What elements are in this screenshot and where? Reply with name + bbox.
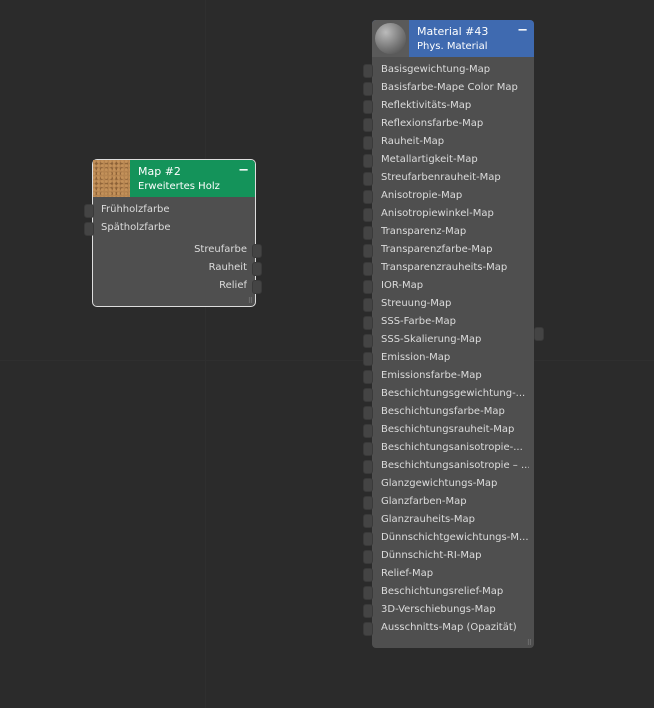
input-port-label: Beschichtungsanisotropie – ...: [381, 460, 529, 471]
output-port-label: Streufarbe: [194, 244, 247, 255]
material-node-title: Material #43: [417, 25, 489, 38]
input-socket[interactable]: [363, 154, 373, 168]
input-socket[interactable]: [363, 82, 373, 96]
output-socket[interactable]: [252, 262, 262, 276]
input-socket[interactable]: [363, 100, 373, 114]
input-socket[interactable]: [363, 622, 373, 636]
input-socket[interactable]: [363, 208, 373, 222]
input-port-label: Transparenz-Map: [381, 226, 467, 237]
input-socket[interactable]: [363, 460, 373, 474]
input-port-label: Basisfarbe-Mape Color Map: [381, 82, 518, 93]
map-node-header[interactable]: Map #2 Erweitertes Holz −: [93, 160, 255, 197]
input-socket[interactable]: [363, 226, 373, 240]
input-port-label: IOR-Map: [381, 280, 424, 291]
input-port-label: Beschichtungsgewichtung-...: [381, 388, 526, 399]
input-socket[interactable]: [363, 604, 373, 618]
material-output-socket[interactable]: [534, 327, 544, 341]
material-node-subtitle: Phys. Material: [417, 41, 488, 52]
input-port-label: Metallartigkeit-Map: [381, 154, 478, 165]
output-port-label: Relief: [219, 280, 247, 291]
input-socket[interactable]: [363, 568, 373, 582]
grid-line: [205, 0, 206, 708]
input-port-label: Basisgewichtung-Map: [381, 64, 491, 75]
input-socket[interactable]: [363, 118, 373, 132]
material-node[interactable]: Material #43 Phys. Material − ⠿ Basisgew…: [363, 20, 544, 648]
input-port-label: Dünnschichtgewichtungs-M...: [381, 532, 529, 543]
minimize-button[interactable]: −: [238, 163, 249, 178]
grid-line: [0, 360, 654, 361]
input-socket[interactable]: [363, 514, 373, 528]
input-socket[interactable]: [363, 370, 373, 384]
input-port-label: Ausschnitts-Map (Opazität): [381, 622, 517, 633]
resize-grip-icon[interactable]: ⠿: [527, 640, 532, 647]
input-port-label: Beschichtungsrelief-Map: [381, 586, 504, 597]
resize-grip-icon[interactable]: ⠿: [248, 298, 253, 305]
input-socket[interactable]: [363, 424, 373, 438]
material-sphere-preview: [372, 20, 409, 57]
material-node-header[interactable]: Material #43 Phys. Material −: [372, 20, 534, 57]
minimize-button[interactable]: −: [517, 23, 528, 38]
input-port-label: Beschichtungsrauheit-Map: [381, 424, 515, 435]
input-port-label: Anisotropie-Map: [381, 190, 463, 201]
input-socket[interactable]: [363, 496, 373, 510]
input-socket[interactable]: [363, 388, 373, 402]
input-port-label: Streufarbenrauheit-Map: [381, 172, 501, 183]
input-port-label: Reflektivitäts-Map: [381, 100, 472, 111]
input-socket[interactable]: [363, 136, 373, 150]
input-socket[interactable]: [363, 586, 373, 600]
input-socket[interactable]: [363, 352, 373, 366]
input-port-label: Transparenzfarbe-Map: [381, 244, 493, 255]
input-port-label: Transparenzrauheits-Map: [381, 262, 508, 273]
input-socket[interactable]: [363, 262, 373, 276]
input-socket[interactable]: [84, 204, 94, 218]
input-socket[interactable]: [363, 406, 373, 420]
input-port-label: Beschichtungsanisotropie-...: [381, 442, 523, 453]
map-node-subtitle: Erweitertes Holz: [138, 181, 220, 192]
input-socket[interactable]: [363, 478, 373, 492]
output-port-label: Rauheit: [208, 262, 247, 273]
input-port-label: Emissionsfarbe-Map: [381, 370, 482, 381]
input-port-label: Relief-Map: [381, 568, 434, 579]
input-socket[interactable]: [363, 190, 373, 204]
input-port-label: Dünnschicht-RI-Map: [381, 550, 482, 561]
input-port-label: Streuung-Map: [381, 298, 452, 309]
input-port-label: Spätholzfarbe: [101, 222, 171, 233]
output-socket[interactable]: [252, 244, 262, 258]
input-port-label: 3D-Verschiebungs-Map: [381, 604, 496, 615]
input-port-label: SSS-Skalierung-Map: [381, 334, 482, 345]
input-socket[interactable]: [363, 532, 373, 546]
input-socket[interactable]: [363, 172, 373, 186]
input-socket[interactable]: [363, 550, 373, 564]
input-port-label: SSS-Farbe-Map: [381, 316, 456, 327]
input-socket[interactable]: [363, 244, 373, 258]
wood-texture-thumbnail: [93, 160, 130, 197]
map-node-title: Map #2: [138, 165, 181, 178]
map-node[interactable]: Map #2 Erweitertes Holz − ⠿ Frühholzfarb…: [84, 159, 262, 307]
input-port-label: Glanzgewichtungs-Map: [381, 478, 498, 489]
input-port-label: Anisotropiewinkel-Map: [381, 208, 494, 219]
output-socket[interactable]: [252, 280, 262, 294]
input-port-label: Reflexionsfarbe-Map: [381, 118, 484, 129]
input-socket[interactable]: [363, 298, 373, 312]
input-socket[interactable]: [363, 280, 373, 294]
input-port-label: Emission-Map: [381, 352, 451, 363]
input-port-label: Frühholzfarbe: [101, 204, 170, 215]
input-socket[interactable]: [363, 316, 373, 330]
input-socket[interactable]: [363, 64, 373, 78]
input-socket[interactable]: [84, 222, 94, 236]
input-socket[interactable]: [363, 334, 373, 348]
input-port-label: Beschichtungsfarbe-Map: [381, 406, 505, 417]
input-socket[interactable]: [363, 442, 373, 456]
input-port-label: Glanzfarben-Map: [381, 496, 467, 507]
input-port-label: Glanzrauheits-Map: [381, 514, 475, 525]
input-port-label: Rauheit-Map: [381, 136, 445, 147]
